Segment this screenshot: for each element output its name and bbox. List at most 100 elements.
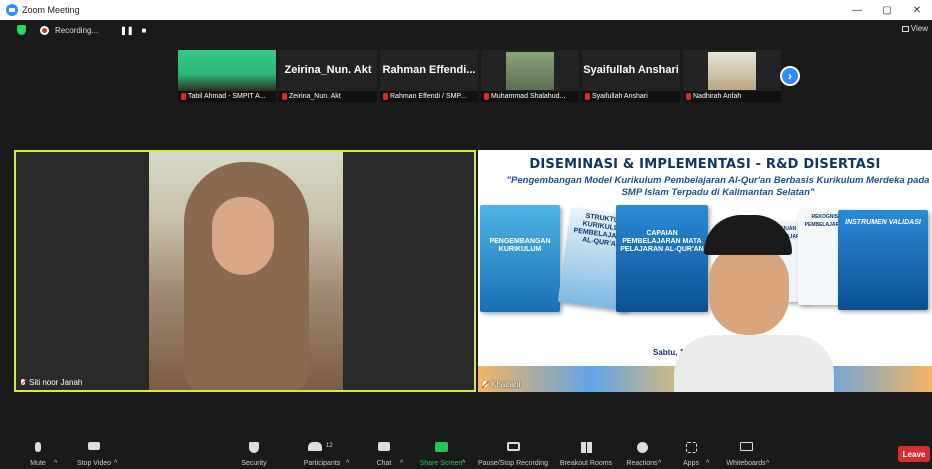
participant-thumbnail-strip: Tabil Ahmad - SMPIT A... Zeirina_Nun. Ak…: [178, 50, 781, 102]
share-screen-label: Share Screen: [419, 460, 463, 467]
participant-name: Nadhirah Anfah: [693, 93, 742, 100]
close-button[interactable]: ✕: [902, 0, 932, 20]
participants-label: Participants: [303, 460, 341, 467]
participant-thumbnail[interactable]: Rahman Effendi... Rahman Effendi / SMP..…: [380, 50, 478, 102]
recording-icon: [40, 25, 49, 35]
mic-muted-icon: [585, 93, 590, 100]
participant-video: [506, 52, 554, 90]
participant-name: Tabil Ahmad - SMPIT A...: [188, 93, 266, 100]
participant-name-tag: Zeirina_Nun. Akt: [279, 91, 377, 102]
minimize-button[interactable]: —: [842, 0, 872, 20]
participant-count: 12: [326, 443, 333, 449]
microphone-icon: [35, 442, 41, 452]
chat-label: Chat: [376, 460, 392, 467]
mic-muted-icon: [20, 378, 26, 387]
reactions-options-caret-icon[interactable]: ^: [658, 438, 661, 469]
presenter-camera-overlay: [664, 215, 844, 392]
share-options-caret-icon[interactable]: ^: [462, 438, 465, 469]
apps-options-caret-icon[interactable]: ^: [706, 438, 709, 469]
participant-display-name: Zeirina_Nun. Akt: [284, 64, 372, 76]
security-shield-icon: [249, 442, 259, 453]
mute-label: Mute: [30, 460, 46, 467]
encryption-shield-icon[interactable]: [17, 25, 26, 35]
participant-thumbnail[interactable]: Nadhirah Anfah: [683, 50, 781, 102]
book-title: INSTRUMEN VALIDASI: [845, 219, 921, 226]
next-page-arrow-icon[interactable]: ›: [780, 66, 800, 86]
mic-muted-icon: [181, 93, 186, 100]
stop-video-label: Stop Video: [76, 460, 112, 467]
chat-button[interactable]: Chat: [372, 438, 396, 469]
whiteboards-label: Whiteboards: [726, 460, 766, 467]
mute-options-caret-icon[interactable]: ^: [54, 438, 57, 469]
breakout-rooms-icon: [580, 442, 592, 453]
video-camera-icon: [88, 442, 100, 450]
reactions-label: Reactions: [626, 460, 658, 467]
participants-button[interactable]: 12 Participants: [294, 438, 350, 469]
breakout-label: Breakout Rooms: [559, 460, 613, 467]
presenter-shirt: [674, 335, 834, 392]
book-title: PENGEMBANGAN KURIKULUM: [489, 238, 551, 253]
video-options-caret-icon[interactable]: ^: [114, 438, 117, 469]
recording-controls-icon: [506, 442, 520, 451]
breakout-rooms-button[interactable]: Breakout Rooms: [556, 438, 616, 469]
chat-options-caret-icon[interactable]: ^: [400, 438, 403, 469]
participant-video: [708, 52, 756, 90]
participant-name: Muhammad Shalahud...: [491, 93, 566, 100]
share-screen-button[interactable]: Share Screen: [416, 438, 466, 469]
participant-display-name: Rahman Effendi...: [382, 64, 476, 76]
stop-video-button[interactable]: Stop Video: [72, 438, 116, 469]
whiteboards-button[interactable]: Whiteboards: [722, 438, 770, 469]
participant-thumbnail[interactable]: Syaifullah Anshari Syaifullah Anshari: [582, 50, 680, 102]
presenter-name-tag: Khairani: [482, 380, 520, 389]
zoom-logo-icon: [6, 4, 18, 16]
participant-name-tag: Muhammad Shalahud...: [481, 91, 579, 102]
record-label: Pause/Stop Recording: [477, 460, 549, 467]
speaker-camera-feed: [149, 152, 343, 390]
slide-subtitle: "Pengembangan Model Kurikulum Pembelajar…: [506, 175, 930, 198]
book-cover: INSTRUMEN VALIDASI: [838, 210, 928, 310]
participant-thumbnail[interactable]: Zeirina_Nun. Akt Zeirina_Nun. Akt: [279, 50, 377, 102]
share-screen-icon: [434, 442, 448, 452]
mic-muted-icon: [686, 93, 691, 100]
presenter-cap: [704, 215, 792, 255]
pause-icon[interactable]: ❚❚: [120, 26, 133, 35]
participant-thumbnail[interactable]: Tabil Ahmad - SMPIT A...: [178, 50, 276, 102]
reactions-smiley-icon: [636, 442, 648, 453]
security-button[interactable]: Security: [236, 438, 272, 469]
participant-name: Zeirina_Nun. Akt: [289, 93, 341, 100]
window-controls: — ▢ ✕: [842, 0, 932, 20]
security-label: Security: [241, 460, 267, 467]
stop-icon[interactable]: ■: [142, 26, 147, 35]
meeting-toolbar: Mute ^ Stop Video ^ Security 12 Particip…: [0, 438, 932, 469]
mic-muted-icon: [282, 93, 287, 100]
participant-name-tag: Rahman Effendi / SMP...: [380, 91, 478, 102]
mic-muted-icon: [484, 93, 489, 100]
participant-video: [178, 50, 276, 91]
participant-name-tag: Nadhirah Anfah: [683, 91, 781, 102]
book-cover: PENGEMBANGAN KURIKULUM: [480, 205, 560, 312]
active-speaker-video[interactable]: Siti noor Janah: [14, 150, 476, 392]
presenter-video[interactable]: DISEMINASI & IMPLEMENTASI - R&D DISERTAS…: [478, 150, 932, 392]
apps-button[interactable]: Apps: [680, 438, 702, 469]
mic-muted-icon: [383, 93, 388, 100]
whiteboards-options-caret-icon[interactable]: ^: [766, 438, 769, 469]
reactions-button[interactable]: Reactions: [624, 438, 660, 469]
maximize-button[interactable]: ▢: [872, 0, 902, 20]
view-button[interactable]: View: [901, 24, 928, 33]
window-titlebar: Zoom Meeting — ▢ ✕: [0, 0, 932, 20]
participants-options-caret-icon[interactable]: ^: [346, 438, 349, 469]
recording-label: Recording...: [55, 25, 99, 35]
mute-button[interactable]: Mute: [24, 438, 52, 469]
participant-name-tag: Syaifullah Anshari: [582, 91, 680, 102]
chat-bubble-icon: [378, 442, 390, 451]
leave-button[interactable]: Leave: [898, 446, 930, 462]
participant-display-name: Syaifullah Anshari: [583, 64, 679, 76]
mic-muted-icon: [482, 380, 488, 389]
speaker-face: [212, 197, 274, 275]
participant-thumbnail[interactable]: Muhammad Shalahud...: [481, 50, 579, 102]
recording-controls: ❚❚ ■: [120, 26, 146, 35]
pause-stop-recording-button[interactable]: Pause/Stop Recording: [474, 438, 552, 469]
presenter-face: [709, 245, 789, 335]
participant-name: Syaifullah Anshari: [592, 93, 648, 100]
window-title: Zoom Meeting: [22, 5, 80, 15]
